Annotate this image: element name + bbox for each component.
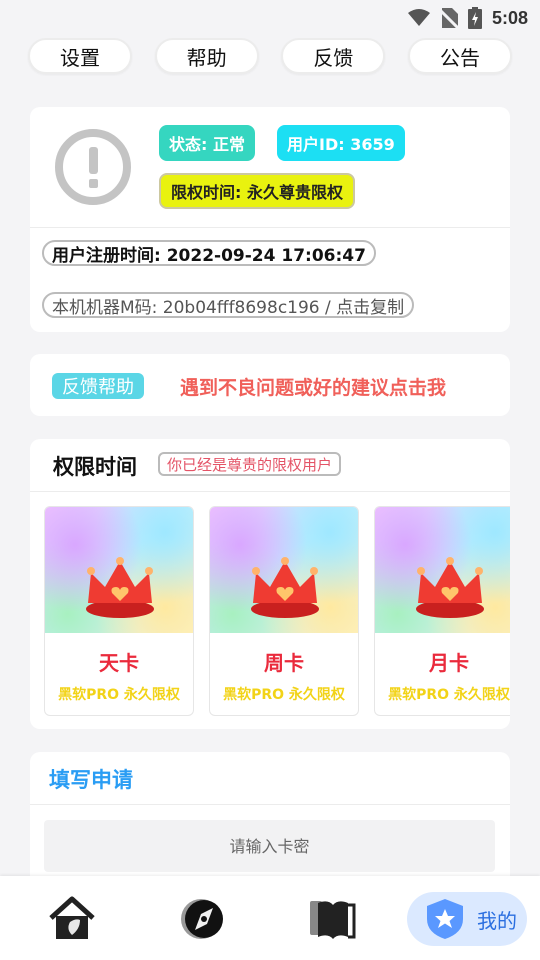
notice-button[interactable]: 公告 [407,38,512,74]
tab-home[interactable] [42,892,102,946]
crown-icon [416,557,484,618]
crown-icon [251,557,319,618]
feedback-button[interactable]: 反馈 [281,38,386,74]
tab-library[interactable] [303,892,363,946]
apply-title: 填写申请 [49,768,133,792]
settings-button[interactable]: 设置 [28,38,132,74]
divider [30,804,510,805]
status-bar: 5:08 [0,0,540,36]
tab-discover[interactable] [172,892,232,946]
vip-card-name: 天卡 [99,651,139,675]
alert-icon [55,129,131,205]
crown-icon [86,557,154,618]
feedback-help-text[interactable]: 遇到不良问题或好的建议点击我 [180,373,446,399]
feedback-help-bar[interactable]: 反馈帮助 遇到不良问题或好的建议点击我 [30,354,510,416]
vip-card-name: 周卡 [264,651,304,675]
divider [30,491,510,492]
permission-card: 权限时间 你已经是尊贵的限权用户 天卡 黑软PRO 永久限权 周卡 黑软PRO … [30,439,510,729]
vip-card-image [375,507,510,633]
vip-card-month[interactable]: 月卡 黑软PRO 永久限权 [374,506,510,716]
tab-mine-label: 我的 [477,908,517,933]
register-time: 用户注册时间: 2022-09-24 17:06:47 [42,240,376,266]
shield-star-icon [427,899,463,939]
vip-card-day[interactable]: 天卡 黑软PRO 永久限权 [44,506,194,716]
compass-icon [181,899,223,939]
home-icon [49,896,95,939]
divider [30,227,510,228]
profile-card: 状态: 正常 用户ID: 3659 限权时间: 永久尊贵限权 用户注册时间: 2… [30,107,510,332]
vip-card-image [210,507,358,633]
vip-card-desc: 黑软PRO 永久限权 [388,687,510,703]
vip-card-week[interactable]: 周卡 黑软PRO 永久限权 [209,506,359,716]
user-id-badge: 用户ID: 3659 [277,125,405,161]
tab-mine[interactable]: 我的 [407,892,527,946]
status-badge: 状态: 正常 [159,125,255,161]
no-sim-icon [439,8,458,28]
bottom-tab-bar: 我的 [0,876,540,960]
vip-card-name: 月卡 [429,651,469,675]
book-icon [310,901,356,939]
machine-code-copy[interactable]: 本机机器M码: 20b04fff8698c196 / 点击复制 [42,292,415,318]
permission-title: 权限时间 [53,455,137,479]
help-button[interactable]: 帮助 [154,38,259,74]
feedback-help-tag: 反馈帮助 [52,373,144,399]
status-time: 5:08 [491,7,528,28]
battery-icon [467,7,482,29]
vip-card-image [45,507,193,633]
vip-card-desc: 黑软PRO 永久限权 [223,687,345,703]
wifi-icon [407,9,430,26]
card-key-input[interactable] [44,820,495,872]
apply-card: 填写申请 [30,752,510,892]
vip-card-desc: 黑软PRO 永久限权 [58,687,180,703]
permission-subtitle: 你已经是尊贵的限权用户 [158,452,342,476]
limit-badge: 限权时间: 永久尊贵限权 [159,173,355,209]
top-button-row: 设置 帮助 反馈 公告 [28,38,512,74]
